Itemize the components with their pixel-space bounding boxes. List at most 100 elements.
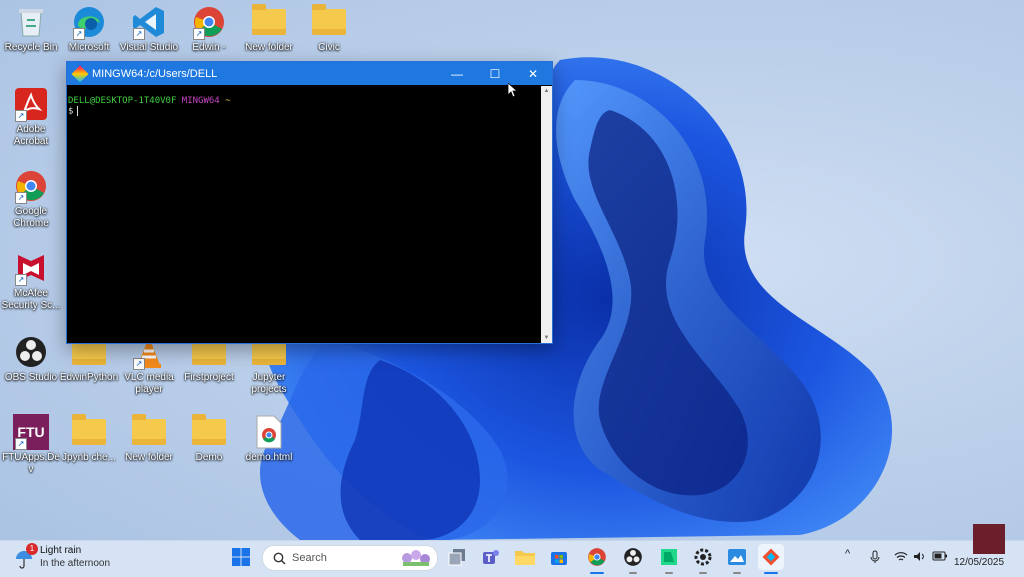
chrome-icon: ↗ (13, 168, 49, 204)
prompt-line: DELL@DESKTOP-1T40V0F MINGW64 ~ (68, 96, 540, 106)
desktop-icon-label: McAfee Security Sc... (1, 288, 61, 311)
desktop-icon-ftuapps[interactable]: FTU ↗ FTUApps.Dev (0, 414, 62, 476)
taskbar-search-box[interactable]: Search (262, 545, 438, 571)
desktop-icon-label: Civic (318, 42, 340, 53)
desktop-icon-new-folder[interactable]: New folder (238, 4, 300, 54)
prompt-path: ~ (225, 96, 231, 106)
desktop-icon-label: Google Chrome (13, 206, 49, 229)
title-bar[interactable]: MINGW64:/c/Users/DELL — ☐ ✕ (67, 62, 552, 85)
photos-icon (728, 549, 746, 565)
input-line[interactable]: $ (68, 106, 540, 117)
shortcut-arrow-icon: ↗ (15, 110, 27, 122)
desktop-icon-recycle-bin[interactable]: Recycle Bin (0, 4, 62, 54)
desktop-icon-mcafee[interactable]: ↗ McAfee Security Sc... (0, 250, 62, 312)
desktop-icon-obs-studio[interactable]: OBS Studio (0, 334, 62, 384)
maximize-button[interactable]: ☐ (476, 62, 514, 85)
close-button[interactable]: ✕ (514, 62, 552, 85)
terminal-window[interactable]: MINGW64:/c/Users/DELL — ☐ ✕ DELL@DESKTOP… (66, 61, 553, 344)
desktop-icon-civic[interactable]: Civic (298, 4, 360, 54)
html-file-icon (251, 414, 287, 450)
running-indicator (699, 572, 707, 574)
folder-icon (191, 414, 227, 450)
scroll-down-arrow-icon[interactable]: ▼ (541, 333, 552, 343)
taskbar-git-bash[interactable] (758, 544, 784, 574)
notification-thumbnail[interactable] (973, 524, 1005, 554)
shortcut-arrow-icon: ↗ (73, 28, 85, 40)
desktop-icon-label: VLC media player (124, 372, 174, 395)
desktop-icon-demo[interactable]: Demo (178, 414, 240, 464)
desktop-icon-google-chrome[interactable]: ↗ Google Chrome (0, 168, 62, 230)
taskbar-photos[interactable] (724, 544, 750, 574)
desktop-icon-visual-studio[interactable]: ↗ Visual Studio (118, 4, 180, 54)
taskbar-store[interactable] (546, 544, 572, 570)
taskbar-teams[interactable] (478, 544, 504, 570)
obs-icon (624, 548, 642, 566)
running-indicator (665, 572, 673, 574)
desktop-icon-jpynb[interactable]: Jpynb che... (58, 414, 120, 464)
store-icon (551, 552, 567, 565)
mouse-pointer-icon (508, 83, 518, 98)
taskbar-task-view[interactable] (444, 544, 470, 570)
task-view-icon (448, 549, 465, 566)
acrobat-icon: ↗ (13, 86, 49, 122)
git-bash-icon (762, 548, 780, 566)
recycle-bin-icon (13, 4, 49, 40)
desktop-icon-label: Microsoft (68, 42, 110, 53)
desktop-icon-label: OBS Studio (4, 372, 58, 383)
desktop-icon-demo-html[interactable]: demo.html (238, 414, 300, 464)
weather-title: Light rain (40, 545, 82, 556)
desktop-icon-label: demo.html (245, 452, 293, 463)
desktop-icon-label: New folder (125, 452, 173, 463)
shortcut-arrow-icon: ↗ (193, 28, 205, 40)
shortcut-arrow-icon: ↗ (133, 358, 145, 370)
prompt-system: MINGW64 (181, 96, 220, 106)
desktop-icon-label: Edwin - (192, 42, 226, 53)
taskbar-settings[interactable] (690, 544, 716, 574)
obs-icon (13, 334, 49, 370)
weather-widget[interactable]: 1 Light rain In the afternoon (14, 543, 124, 573)
desktop-icon-label: Recycle Bin (4, 42, 58, 53)
edge-icon: ↗ (71, 4, 107, 40)
pycharm-style-icon (661, 549, 677, 565)
running-indicator (733, 572, 741, 574)
desktop-icon-label: New folder (245, 42, 293, 53)
taskbar-file-explorer[interactable] (512, 544, 538, 570)
mcafee-icon: ↗ (13, 250, 49, 286)
folder-icon (131, 414, 167, 450)
desktop-icon-label: Adobe Acrobat (13, 124, 49, 147)
flowers-highlight-icon (402, 550, 430, 566)
wifi-icon[interactable] (894, 551, 908, 562)
active-indicator (764, 572, 778, 574)
desktop-icon-new-folder-2[interactable]: New folder (118, 414, 180, 464)
git-bash-icon (71, 65, 89, 82)
teams-icon (483, 550, 499, 564)
windows-logo-icon (232, 548, 250, 566)
prompt-user: DELL@DESKTOP-1T40V0F (68, 96, 177, 106)
shortcut-arrow-icon: ↗ (15, 438, 27, 450)
shortcut-arrow-icon: ↗ (15, 192, 27, 204)
desktop-icon-label: Visual Studio (119, 42, 179, 53)
taskbar-chrome[interactable] (584, 544, 610, 574)
scroll-up-arrow-icon[interactable]: ▲ (541, 86, 552, 96)
running-indicator (629, 572, 637, 574)
desktop-icon-adobe-acrobat[interactable]: ↗ Adobe Acrobat (0, 86, 62, 148)
desktop-icon-label: FTUApps.Dev (2, 452, 60, 475)
battery-icon[interactable] (932, 551, 948, 561)
terminal-output[interactable]: DELL@DESKTOP-1T40V0F MINGW64 ~ $ (67, 86, 541, 343)
weather-badge: 1 (26, 543, 38, 555)
vertical-scrollbar[interactable]: ▲ ▼ (541, 86, 552, 343)
folder-icon (311, 4, 347, 40)
desktop-icon-microsoft-edge[interactable]: ↗ Microsoft (58, 4, 120, 54)
microphone-icon[interactable] (870, 550, 880, 564)
volume-icon[interactable] (913, 551, 926, 562)
show-hidden-icons-button[interactable]: ^ (845, 548, 850, 560)
shortcut-arrow-icon: ↗ (133, 28, 145, 40)
minimize-button[interactable]: — (438, 62, 476, 85)
taskbar-app-profile[interactable] (656, 544, 682, 574)
desktop-icon-label: Firstproject (184, 372, 234, 383)
start-button[interactable] (228, 544, 254, 570)
taskbar-date[interactable]: 12/05/2025 (954, 557, 1004, 568)
desktop-icon-label: Jupyter projects (251, 372, 287, 395)
desktop-icon-edwin-chrome[interactable]: ↗ Edwin - (178, 4, 240, 54)
taskbar-obs[interactable] (620, 544, 646, 574)
